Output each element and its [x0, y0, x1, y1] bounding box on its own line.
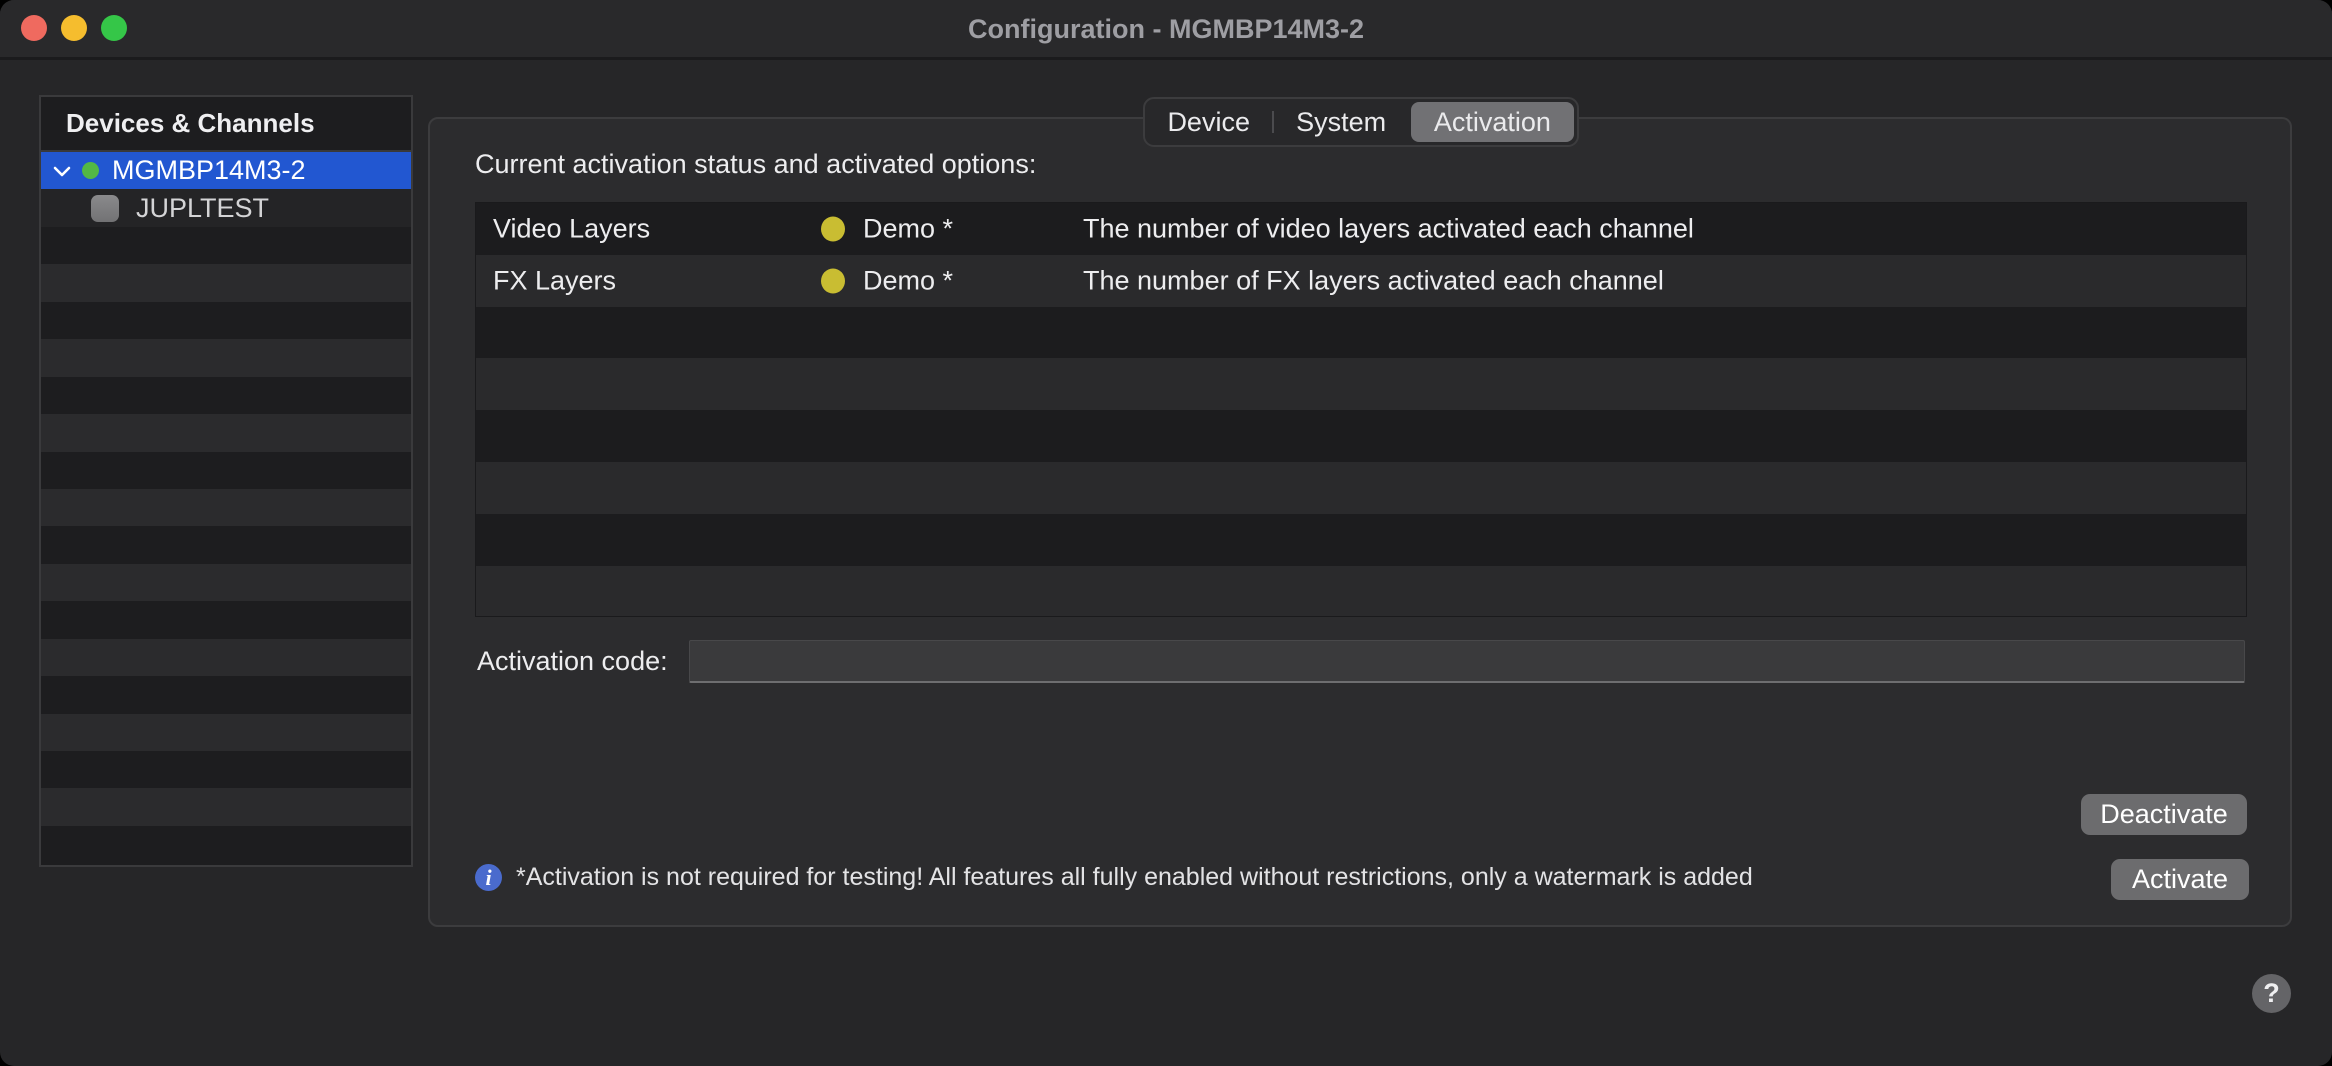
window-title: Configuration - MGMBP14M3-2 — [0, 0, 2332, 57]
activate-button[interactable]: Activate — [2111, 859, 2249, 900]
chevron-down-icon[interactable] — [51, 160, 73, 182]
channel-row[interactable]: JUPLTEST — [41, 189, 411, 226]
titlebar[interactable]: Configuration - MGMBP14M3-2 — [0, 0, 2332, 60]
option-status-dot — [821, 216, 845, 241]
activation-note: *Activation is not required for testing!… — [516, 863, 1753, 892]
segmented-control: Device System Activation — [1143, 97, 1579, 147]
sidebar-empty-row — [41, 489, 411, 526]
activation-panel: Current activation status and activated … — [428, 117, 2292, 927]
option-description: The number of FX layers activated each c… — [1083, 265, 1664, 296]
device-status-dot — [82, 162, 99, 179]
options-table: Video Layers Demo * The number of video la… — [475, 202, 2247, 617]
channel-checkbox[interactable] — [91, 195, 119, 222]
sidebar-empty-row — [41, 264, 411, 301]
option-row[interactable]: Video Layers Demo * The number of video la… — [476, 203, 2246, 255]
sidebar-empty-row — [41, 302, 411, 339]
sidebar-empty-row — [41, 227, 411, 264]
configuration-window: Configuration - MGMBP14M3-2 Devices & Ch… — [0, 0, 2332, 1066]
option-name: Video Layers — [493, 213, 650, 244]
empty-table-row — [476, 462, 2246, 514]
sidebar-empty-row — [41, 826, 411, 863]
sidebar-empty-row — [41, 564, 411, 601]
option-row[interactable]: FX Layers Demo * The number of FX layers a… — [476, 255, 2246, 307]
option-description: The number of video layers activated eac… — [1083, 213, 1694, 244]
sidebar-empty-row — [41, 751, 411, 788]
sidebar-empty-row — [41, 601, 411, 638]
sidebar-empty-row — [41, 526, 411, 563]
sidebar-empty-row — [41, 639, 411, 676]
option-status: Demo * — [863, 213, 953, 244]
sidebar-empty-row — [41, 339, 411, 376]
sidebar-empty-row — [41, 452, 411, 489]
empty-table-row — [476, 358, 2246, 410]
sidebar-empty-row — [41, 676, 411, 713]
sidebar-empty-row — [41, 377, 411, 414]
empty-table-row — [476, 307, 2246, 359]
empty-table-row — [476, 410, 2246, 462]
info-icon: i — [475, 864, 502, 891]
tab-system[interactable]: System — [1274, 99, 1407, 145]
sidebar-header: Devices & Channels — [41, 97, 411, 152]
help-button[interactable]: ? — [2252, 974, 2291, 1013]
device-row[interactable]: MGMBP14M3-2 — [41, 152, 411, 189]
empty-table-row — [476, 566, 2246, 617]
tab-activation[interactable]: Activation — [1411, 102, 1574, 142]
tab-device[interactable]: Device — [1145, 99, 1272, 145]
sidebar-empty-row — [41, 714, 411, 751]
empty-table-row — [476, 514, 2246, 566]
activation-status-heading: Current activation status and activated … — [475, 149, 1036, 180]
devices-channels-list: Devices & Channels MGMBP14M3-2 JUPLTEST — [39, 95, 413, 867]
sidebar-empty-row — [41, 788, 411, 825]
option-name: FX Layers — [493, 265, 616, 296]
device-name: MGMBP14M3-2 — [112, 155, 306, 186]
option-status: Demo * — [863, 265, 953, 296]
channel-name: JUPLTEST — [136, 193, 269, 224]
deactivate-button[interactable]: Deactivate — [2081, 794, 2247, 835]
activation-code-input[interactable] — [689, 640, 2245, 683]
activation-code-label: Activation code: — [477, 646, 668, 677]
option-status-dot — [821, 268, 845, 293]
sidebar-empty-row — [41, 414, 411, 451]
